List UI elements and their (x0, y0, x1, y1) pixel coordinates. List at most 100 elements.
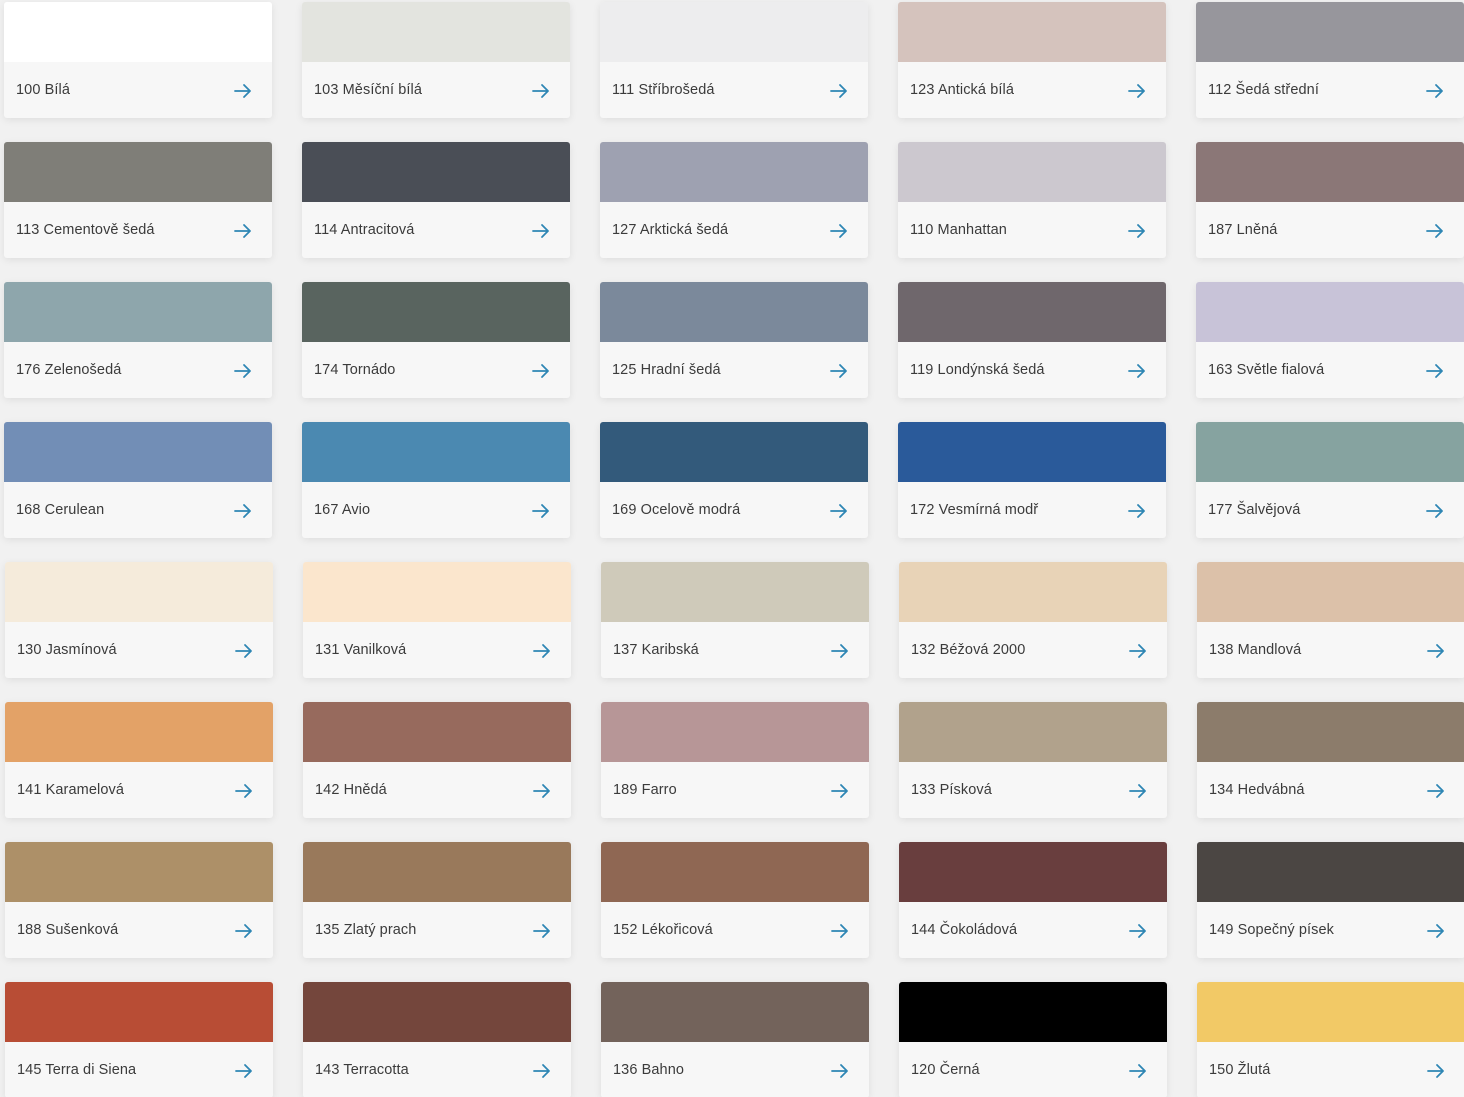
color-card[interactable]: 136 Bahno (601, 982, 869, 1097)
arrow-right-icon[interactable] (532, 503, 550, 519)
arrow-right-icon[interactable] (533, 783, 551, 799)
arrow-right-icon[interactable] (235, 643, 253, 659)
color-label: 137 Karibská (613, 642, 699, 658)
color-card[interactable]: 189 Farro (601, 702, 869, 818)
color-card[interactable]: 120 Černá (899, 982, 1167, 1097)
color-card[interactable]: 132 Béžová 2000 (899, 562, 1167, 678)
color-card[interactable]: 131 Vanilková (303, 562, 571, 678)
arrow-right-icon[interactable] (1427, 1063, 1445, 1079)
color-card[interactable]: 149 Sopečný písek (1197, 842, 1464, 958)
color-label: 177 Šalvějová (1208, 502, 1301, 518)
color-label: 112 Šedá střední (1208, 82, 1319, 98)
color-card[interactable]: 167 Avio (302, 422, 570, 538)
color-label: 133 Písková (911, 782, 992, 798)
arrow-right-icon[interactable] (830, 223, 848, 239)
color-swatch (899, 842, 1167, 902)
arrow-right-icon[interactable] (234, 83, 252, 99)
arrow-right-icon[interactable] (1128, 223, 1146, 239)
arrow-right-icon[interactable] (831, 643, 849, 659)
color-card[interactable]: 111 Stříbrošedá (600, 2, 868, 118)
color-card[interactable]: 138 Mandlová (1197, 562, 1464, 678)
color-card[interactable]: 103 Měsíční bílá (302, 2, 570, 118)
color-swatch (4, 2, 272, 62)
color-card[interactable]: 135 Zlatý prach (303, 842, 571, 958)
color-swatch (600, 282, 868, 342)
color-card[interactable]: 144 Čokoládová (899, 842, 1167, 958)
color-label: 127 Arktická šedá (612, 222, 729, 238)
arrow-right-icon[interactable] (533, 643, 551, 659)
arrow-right-icon[interactable] (532, 223, 550, 239)
arrow-right-icon[interactable] (1426, 83, 1444, 99)
arrow-right-icon[interactable] (831, 1063, 849, 1079)
color-label: 119 Londýnská šedá (910, 362, 1045, 378)
arrow-right-icon[interactable] (830, 503, 848, 519)
color-swatch (898, 282, 1166, 342)
color-swatch (601, 702, 869, 762)
arrow-right-icon[interactable] (1427, 643, 1445, 659)
color-card[interactable]: 187 Lněná (1196, 142, 1464, 258)
color-swatch (1197, 702, 1464, 762)
arrow-right-icon[interactable] (1129, 923, 1147, 939)
color-swatch (303, 562, 571, 622)
color-card[interactable]: 150 Žlutá (1197, 982, 1464, 1097)
color-section-grays-blues: 100 Bílá 103 Měsíční bílá 111 Stříbrošedá 1… (0, 0, 1464, 558)
arrow-right-icon[interactable] (533, 923, 551, 939)
color-card[interactable]: 152 Lékořicová (601, 842, 869, 958)
arrow-right-icon[interactable] (235, 783, 253, 799)
arrow-right-icon[interactable] (1129, 783, 1147, 799)
color-label: 152 Lékořicová (613, 922, 713, 938)
arrow-right-icon[interactable] (532, 83, 550, 99)
arrow-right-icon[interactable] (1128, 83, 1146, 99)
color-card[interactable]: 169 Ocelově modrá (600, 422, 868, 538)
arrow-right-icon[interactable] (1426, 223, 1444, 239)
arrow-right-icon[interactable] (532, 363, 550, 379)
color-label: 187 Lněná (1208, 222, 1278, 238)
arrow-right-icon[interactable] (830, 363, 848, 379)
color-card[interactable]: 142 Hnědá (303, 702, 571, 818)
color-label: 131 Vanilková (315, 642, 407, 658)
arrow-right-icon[interactable] (831, 783, 849, 799)
color-card[interactable]: 113 Cementově šedá (4, 142, 272, 258)
arrow-right-icon[interactable] (234, 363, 252, 379)
arrow-right-icon[interactable] (831, 923, 849, 939)
color-card[interactable]: 163 Světle fialová (1196, 282, 1464, 398)
color-card[interactable]: 125 Hradní šedá (600, 282, 868, 398)
arrow-right-icon[interactable] (1426, 363, 1444, 379)
color-card[interactable]: 177 Šalvějová (1196, 422, 1464, 538)
color-card[interactable]: 145 Terra di Siena (5, 982, 273, 1097)
color-card[interactable]: 112 Šedá střední (1196, 2, 1464, 118)
color-card[interactable]: 123 Antická bílá (898, 2, 1166, 118)
color-card[interactable]: 174 Tornádo (302, 282, 570, 398)
color-card[interactable]: 110 Manhattan (898, 142, 1166, 258)
arrow-right-icon[interactable] (1427, 783, 1445, 799)
color-card[interactable]: 100 Bílá (4, 2, 272, 118)
arrow-right-icon[interactable] (1426, 503, 1444, 519)
arrow-right-icon[interactable] (234, 503, 252, 519)
color-card[interactable]: 143 Terracotta (303, 982, 571, 1097)
color-card[interactable]: 188 Sušenková (5, 842, 273, 958)
arrow-right-icon[interactable] (235, 923, 253, 939)
color-card[interactable]: 114 Antracitová (302, 142, 570, 258)
arrow-right-icon[interactable] (234, 223, 252, 239)
color-card[interactable]: 141 Karamelová (5, 702, 273, 818)
color-card[interactable]: 119 Londýnská šedá (898, 282, 1166, 398)
color-card[interactable]: 134 Hedvábná (1197, 702, 1464, 818)
color-card[interactable]: 133 Písková (899, 702, 1167, 818)
arrow-right-icon[interactable] (830, 83, 848, 99)
arrow-right-icon[interactable] (1129, 643, 1147, 659)
arrow-right-icon[interactable] (533, 1063, 551, 1079)
color-swatch (302, 282, 570, 342)
color-card[interactable]: 168 Cerulean (4, 422, 272, 538)
color-card[interactable]: 127 Arktická šedá (600, 142, 868, 258)
color-card[interactable]: 172 Vesmírná modř (898, 422, 1166, 538)
arrow-right-icon[interactable] (235, 1063, 253, 1079)
arrow-right-icon[interactable] (1129, 1063, 1147, 1079)
color-card[interactable]: 176 Zelenošedá (4, 282, 272, 398)
arrow-right-icon[interactable] (1128, 503, 1146, 519)
arrow-right-icon[interactable] (1128, 363, 1146, 379)
color-card[interactable]: 137 Karibská (601, 562, 869, 678)
color-label: 169 Ocelově modrá (612, 502, 741, 518)
arrow-right-icon[interactable] (1427, 923, 1445, 939)
color-card[interactable]: 130 Jasmínová (5, 562, 273, 678)
color-label: 100 Bílá (16, 82, 71, 98)
